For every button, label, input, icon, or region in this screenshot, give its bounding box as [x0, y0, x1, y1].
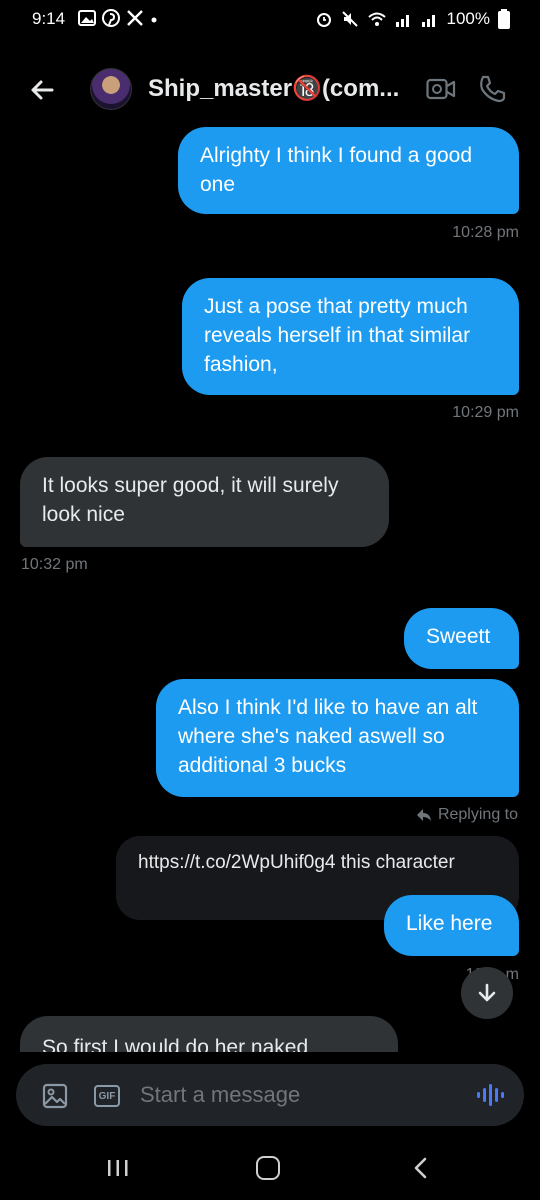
message-bubble-sent[interactable]: Alrighty I think I found a good one: [178, 127, 519, 214]
battery-percent: 100%: [446, 9, 490, 28]
gif-button[interactable]: GIF: [94, 1085, 120, 1107]
message-text: Just a pose that pretty much reveals her…: [204, 295, 471, 376]
pinterest-notification-icon: [102, 9, 120, 27]
message-timestamp: 10:32 pm: [21, 556, 88, 573]
battery-icon: [498, 9, 510, 29]
home-icon[interactable]: [256, 1156, 280, 1180]
alarm-icon: [316, 13, 331, 27]
mute-icon: [341, 11, 358, 27]
conversation-title[interactable]: Ship_master🔞(com...: [148, 74, 408, 103]
message-text: Sweett: [426, 625, 491, 648]
arrow-left-icon[interactable]: [26, 74, 58, 106]
avatar[interactable]: [90, 68, 132, 110]
message-bubble-received[interactable]: So first I would do her naked: [20, 1016, 398, 1052]
system-icons: 100%: [315, 9, 510, 29]
signal-2-icon: [421, 15, 435, 27]
phone-icon[interactable]: [476, 73, 508, 105]
message-text: So first I would do her naked: [42, 1036, 309, 1052]
video-camera-icon[interactable]: [426, 76, 456, 102]
message-input[interactable]: [140, 1080, 460, 1110]
x-notification-icon: [127, 10, 143, 26]
scroll-to-bottom-button[interactable]: [461, 967, 513, 1019]
status-time: 9:14: [32, 9, 66, 28]
replying-to-text: Replying to: [437, 806, 518, 823]
conversation-header: Ship_master🔞(com...: [0, 58, 540, 120]
wifi-icon: [367, 12, 386, 26]
message-timestamp: 10:29 pm: [452, 404, 519, 421]
gallery-notification-icon: [78, 10, 96, 26]
signal-icon: [395, 15, 409, 27]
message-text: Like here: [406, 912, 493, 935]
replying-to-label: Replying to: [416, 806, 518, 824]
message-bubble-received[interactable]: It looks super good, it will surely look…: [20, 457, 389, 547]
message-timestamp: 10:28 pm: [452, 224, 519, 241]
message-text: It looks super good, it will surely look…: [42, 474, 339, 526]
waveform-icon[interactable]: [476, 1082, 504, 1108]
status-bar: 9:14 100%: [0, 0, 540, 40]
message-bubble-sent[interactable]: Just a pose that pretty much reveals her…: [182, 278, 519, 395]
recent-apps-icon[interactable]: [106, 1158, 130, 1178]
dot-icon: [151, 17, 157, 23]
reply-arrow-icon: [416, 809, 431, 821]
notification-icons: [78, 9, 158, 27]
arrow-down-icon: [478, 983, 496, 1002]
image-icon[interactable]: [42, 1083, 68, 1109]
nav-back-icon[interactable]: [410, 1156, 432, 1180]
message-bubble-sent[interactable]: Like here: [384, 895, 519, 956]
message-bubble-sent[interactable]: Sweett: [404, 608, 519, 669]
quoted-message-text: https://t.co/2WpUhif0g4 this character: [138, 852, 455, 873]
message-text: Alrighty I think I found a good one: [200, 144, 473, 196]
system-navigation-bar: [0, 1142, 540, 1200]
message-composer: GIF: [16, 1064, 524, 1126]
message-bubble-sent[interactable]: Also I think I'd like to have an alt whe…: [156, 679, 519, 797]
message-text: Also I think I'd like to have an alt whe…: [178, 696, 478, 777]
